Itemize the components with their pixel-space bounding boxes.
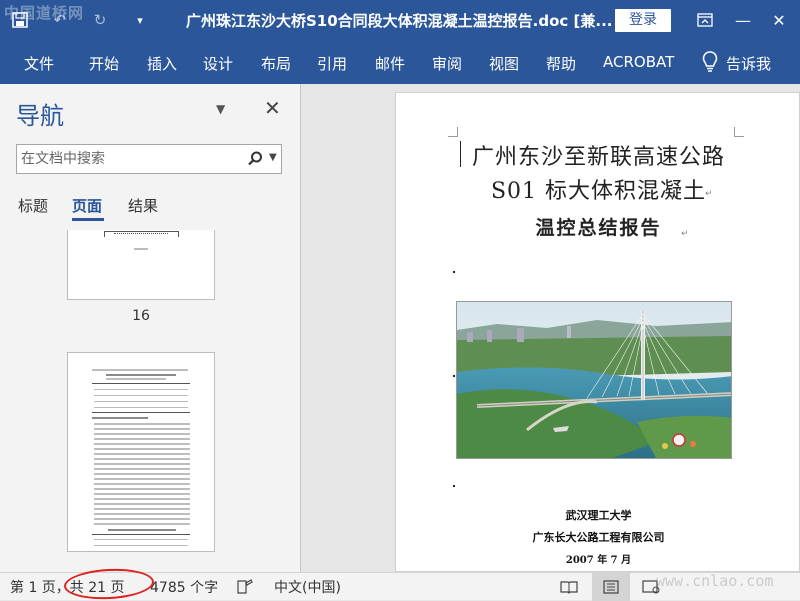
page-thumbnail[interactable] <box>67 352 215 552</box>
tab-mailings[interactable]: 邮件 <box>375 53 405 74</box>
nav-pane-options-icon[interactable]: ▼ <box>216 102 225 116</box>
title-bar: ↶ ↻ ▾ 广州珠江东沙大桥S10合同段大体积混凝土温控报告.doc [兼...… <box>0 0 800 40</box>
report-title-line1: 广州东沙至新联高速公路 <box>471 145 725 170</box>
paragraph-mark: ↵ <box>705 189 713 199</box>
chevron-down-icon[interactable]: ▼ <box>269 152 277 163</box>
tell-me-label: 告诉我 <box>726 54 772 73</box>
tab-design[interactable]: 设计 <box>203 53 233 74</box>
report-title-line2: S01 标大体积混凝土 <box>490 179 707 204</box>
tab-view[interactable]: 视图 <box>489 53 519 74</box>
proofing-icon[interactable] <box>234 577 256 597</box>
tell-me-box[interactable]: 告诉我 <box>702 50 771 76</box>
active-tab-indicator <box>72 218 104 221</box>
paragraph-mark: ↵ <box>681 229 689 239</box>
tab-references[interactable]: 引用 <box>317 53 347 74</box>
crop-mark <box>734 127 744 137</box>
search-input[interactable] <box>17 145 229 173</box>
tab-acrobat[interactable]: ACROBAT <box>603 53 674 71</box>
paragraph-marker <box>453 485 455 487</box>
close-icon[interactable]: ✕ <box>264 96 281 120</box>
navigation-pane: 导航 ▼ ✕ ▼ 标题 页面 结果 16 <box>0 84 301 572</box>
organization-1: 武汉理工大学 <box>565 509 632 522</box>
paragraph-marker <box>453 375 455 377</box>
tab-home[interactable]: 开始 <box>89 53 119 74</box>
lightbulb-icon <box>702 50 718 76</box>
close-window-icon[interactable]: ✕ <box>766 8 792 32</box>
redo-icon[interactable]: ↻ <box>80 0 120 40</box>
watermark-bottom: www.cnlao.com <box>656 572 774 590</box>
ribbon-display-options-icon[interactable] <box>692 8 718 32</box>
print-layout-icon[interactable] <box>600 577 622 597</box>
report-title-line3: 温控总结报告 <box>535 217 662 239</box>
document-page[interactable]: 广州东沙至新联高速公路 S01 标大体积混凝土 温控总结报告 ↵ ↵ 武汉理工大… <box>395 92 800 572</box>
tab-pages[interactable]: 页面 <box>72 195 102 216</box>
tab-insert[interactable]: 插入 <box>147 53 177 74</box>
tab-layout[interactable]: 布局 <box>261 53 291 74</box>
login-button[interactable]: 登录 <box>615 9 671 32</box>
thumbnail-page-number: 16 <box>132 308 150 324</box>
organization-2: 广东长大公路工程有限公司 <box>532 531 665 544</box>
minimize-icon[interactable]: — <box>730 8 756 32</box>
search-box: ▼ <box>16 144 282 174</box>
bridge-rendering-image <box>456 301 732 459</box>
page-thumbnails: 16 <box>0 230 300 572</box>
document-area[interactable]: 广州东沙至新联高速公路 S01 标大体积混凝土 温控总结报告 ↵ ↵ 武汉理工大… <box>302 84 800 572</box>
report-date: 2007 年 7 月 <box>565 555 632 566</box>
watermark-top: 中国道桥网 <box>4 4 85 22</box>
paragraph-marker <box>453 271 455 273</box>
nav-pane-title: 导航 <box>16 102 64 130</box>
ribbon-tabs: 文件 开始 插入 设计 布局 引用 邮件 审阅 视图 帮助 ACROBAT 告诉… <box>0 40 800 84</box>
tab-results[interactable]: 结果 <box>128 195 158 216</box>
qat-dropdown-icon[interactable]: ▾ <box>120 0 160 40</box>
search-icon[interactable] <box>245 149 265 169</box>
tab-file[interactable]: 文件 <box>24 53 54 74</box>
language-indicator[interactable]: 中文(中国) <box>274 577 341 597</box>
document-title: 广州珠江东沙大桥S10合同段大体积混凝土温控报告.doc [兼... <box>186 12 613 30</box>
page-thumbnail[interactable] <box>67 230 215 300</box>
tab-review[interactable]: 审阅 <box>432 53 462 74</box>
tab-help[interactable]: 帮助 <box>546 53 576 74</box>
tab-headings[interactable]: 标题 <box>18 195 48 216</box>
read-mode-icon[interactable] <box>558 577 580 597</box>
crop-mark <box>448 127 458 137</box>
word-count[interactable]: 4785 个字 <box>150 577 218 597</box>
